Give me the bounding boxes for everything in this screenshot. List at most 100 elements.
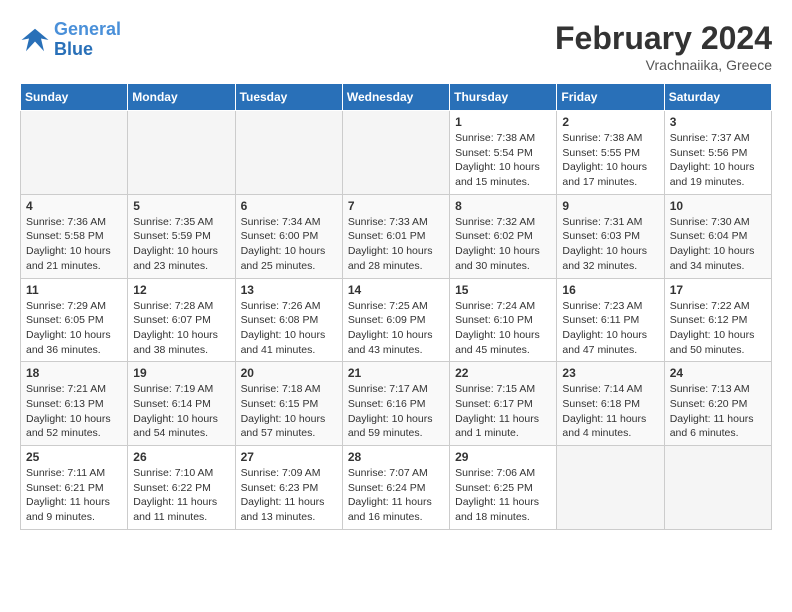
day-number: 21: [348, 366, 444, 380]
calendar-cell: 21 Sunrise: 7:17 AMSunset: 6:16 PMDayligh…: [342, 362, 449, 446]
calendar-cell: 9 Sunrise: 7:31 AMSunset: 6:03 PMDaylight…: [557, 194, 664, 278]
day-info: Sunrise: 7:07 AMSunset: 6:24 PMDaylight:…: [348, 466, 444, 525]
day-info: Sunrise: 7:19 AMSunset: 6:14 PMDaylight:…: [133, 382, 229, 441]
calendar-cell: 17Sunrise: 7:22 AMSunset: 6:12 PMDayligh…: [664, 278, 771, 362]
day-number: 16: [562, 283, 658, 297]
calendar-cell: 16 Sunrise: 7:23 AMSunset: 6:11 PMDayligh…: [557, 278, 664, 362]
day-info: Sunrise: 7:34 AMSunset: 6:00 PMDaylight:…: [241, 215, 337, 274]
day-number: 11: [26, 283, 122, 297]
day-number: 3: [670, 115, 766, 129]
day-number: 15: [455, 283, 551, 297]
day-number: 27: [241, 450, 337, 464]
calendar-cell: 10 Sunrise: 7:30 AMSunset: 6:04 PMDayligh…: [664, 194, 771, 278]
day-info: Sunrise: 7:21 AMSunset: 6:13 PMDaylight:…: [26, 382, 122, 441]
day-header-friday: Friday: [557, 84, 664, 111]
day-info: Sunrise: 7:31 AMSunset: 6:03 PMDaylight:…: [562, 215, 658, 274]
calendar-cell: [128, 111, 235, 195]
calendar-cell: 1 Sunrise: 7:38 AMSunset: 5:54 PMDaylight…: [450, 111, 557, 195]
day-info: Sunrise: 7:25 AMSunset: 6:09 PMDaylight:…: [348, 299, 444, 358]
day-header-saturday: Saturday: [664, 84, 771, 111]
week-row-5: 25Sunrise: 7:11 AMSunset: 6:21 PMDayligh…: [21, 446, 772, 530]
calendar-cell: 28 Sunrise: 7:07 AMSunset: 6:24 PMDayligh…: [342, 446, 449, 530]
day-info: Sunrise: 7:32 AMSunset: 6:02 PMDaylight:…: [455, 215, 551, 274]
day-info: Sunrise: 7:13 AMSunset: 6:20 PMDaylight:…: [670, 382, 766, 441]
calendar-cell: 29Sunrise: 7:06 AMSunset: 6:25 PMDayligh…: [450, 446, 557, 530]
logo-line1: General: [54, 19, 121, 39]
day-info: Sunrise: 7:36 AMSunset: 5:58 PMDaylight:…: [26, 215, 122, 274]
day-number: 6: [241, 199, 337, 213]
day-number: 18: [26, 366, 122, 380]
day-info: Sunrise: 7:10 AMSunset: 6:22 PMDaylight:…: [133, 466, 229, 525]
day-header-thursday: Thursday: [450, 84, 557, 111]
day-info: Sunrise: 7:35 AMSunset: 5:59 PMDaylight:…: [133, 215, 229, 274]
calendar-header-row: SundayMondayTuesdayWednesdayThursdayFrid…: [21, 84, 772, 111]
day-number: 5: [133, 199, 229, 213]
day-info: Sunrise: 7:38 AMSunset: 5:55 PMDaylight:…: [562, 131, 658, 190]
day-number: 8: [455, 199, 551, 213]
day-number: 9: [562, 199, 658, 213]
calendar-cell: 6 Sunrise: 7:34 AMSunset: 6:00 PMDaylight…: [235, 194, 342, 278]
calendar-body: 1 Sunrise: 7:38 AMSunset: 5:54 PMDaylight…: [21, 111, 772, 530]
week-row-1: 1 Sunrise: 7:38 AMSunset: 5:54 PMDaylight…: [21, 111, 772, 195]
calendar-cell: [557, 446, 664, 530]
day-number: 10: [670, 199, 766, 213]
calendar-cell: 27 Sunrise: 7:09 AMSunset: 6:23 PMDayligh…: [235, 446, 342, 530]
day-number: 4: [26, 199, 122, 213]
day-number: 19: [133, 366, 229, 380]
title-block: February 2024 Vrachnaiika, Greece: [555, 20, 772, 73]
day-header-wednesday: Wednesday: [342, 84, 449, 111]
calendar-cell: [342, 111, 449, 195]
day-number: 13: [241, 283, 337, 297]
day-info: Sunrise: 7:30 AMSunset: 6:04 PMDaylight:…: [670, 215, 766, 274]
week-row-3: 11 Sunrise: 7:29 AMSunset: 6:05 PMDayligh…: [21, 278, 772, 362]
day-info: Sunrise: 7:24 AMSunset: 6:10 PMDaylight:…: [455, 299, 551, 358]
calendar-cell: 5 Sunrise: 7:35 AMSunset: 5:59 PMDaylight…: [128, 194, 235, 278]
calendar-cell: 4 Sunrise: 7:36 AMSunset: 5:58 PMDaylight…: [21, 194, 128, 278]
calendar-title: February 2024: [555, 20, 772, 57]
day-header-monday: Monday: [128, 84, 235, 111]
day-info: Sunrise: 7:26 AMSunset: 6:08 PMDaylight:…: [241, 299, 337, 358]
day-info: Sunrise: 7:29 AMSunset: 6:05 PMDaylight:…: [26, 299, 122, 358]
calendar-cell: [235, 111, 342, 195]
day-number: 2: [562, 115, 658, 129]
calendar-cell: 11 Sunrise: 7:29 AMSunset: 6:05 PMDayligh…: [21, 278, 128, 362]
day-number: 24: [670, 366, 766, 380]
day-number: 23: [562, 366, 658, 380]
calendar-cell: 18 Sunrise: 7:21 AMSunset: 6:13 PMDayligh…: [21, 362, 128, 446]
calendar-table: SundayMondayTuesdayWednesdayThursdayFrid…: [20, 83, 772, 530]
day-number: 1: [455, 115, 551, 129]
day-number: 17: [670, 283, 766, 297]
calendar-cell: 7Sunrise: 7:33 AMSunset: 6:01 PMDaylight…: [342, 194, 449, 278]
day-info: Sunrise: 7:17 AMSunset: 6:16 PMDaylight:…: [348, 382, 444, 441]
day-info: Sunrise: 7:37 AMSunset: 5:56 PMDaylight:…: [670, 131, 766, 190]
page-header: General Blue February 2024 Vrachnaiika, …: [20, 20, 772, 73]
calendar-cell: 8 Sunrise: 7:32 AMSunset: 6:02 PMDaylight…: [450, 194, 557, 278]
day-number: 29: [455, 450, 551, 464]
calendar-cell: 26 Sunrise: 7:10 AMSunset: 6:22 PMDayligh…: [128, 446, 235, 530]
day-info: Sunrise: 7:23 AMSunset: 6:11 PMDaylight:…: [562, 299, 658, 358]
logo-text: General Blue: [54, 20, 121, 60]
day-number: 28: [348, 450, 444, 464]
day-info: Sunrise: 7:09 AMSunset: 6:23 PMDaylight:…: [241, 466, 337, 525]
day-number: 7: [348, 199, 444, 213]
calendar-cell: 23 Sunrise: 7:14 AMSunset: 6:18 PMDayligh…: [557, 362, 664, 446]
calendar-cell: 14 Sunrise: 7:25 AMSunset: 6:09 PMDayligh…: [342, 278, 449, 362]
day-number: 12: [133, 283, 229, 297]
calendar-cell: [21, 111, 128, 195]
day-number: 22: [455, 366, 551, 380]
calendar-cell: 12Sunrise: 7:28 AMSunset: 6:07 PMDayligh…: [128, 278, 235, 362]
day-info: Sunrise: 7:14 AMSunset: 6:18 PMDaylight:…: [562, 382, 658, 441]
logo-line2: Blue: [54, 39, 93, 59]
week-row-4: 18 Sunrise: 7:21 AMSunset: 6:13 PMDayligh…: [21, 362, 772, 446]
day-info: Sunrise: 7:18 AMSunset: 6:15 PMDaylight:…: [241, 382, 337, 441]
day-number: 26: [133, 450, 229, 464]
calendar-cell: 19 Sunrise: 7:19 AMSunset: 6:14 PMDayligh…: [128, 362, 235, 446]
week-row-2: 4 Sunrise: 7:36 AMSunset: 5:58 PMDaylight…: [21, 194, 772, 278]
day-info: Sunrise: 7:15 AMSunset: 6:17 PMDaylight:…: [455, 382, 551, 441]
day-number: 14: [348, 283, 444, 297]
day-number: 25: [26, 450, 122, 464]
logo-icon: [20, 25, 50, 55]
calendar-cell: 20Sunrise: 7:18 AMSunset: 6:15 PMDayligh…: [235, 362, 342, 446]
day-info: Sunrise: 7:38 AMSunset: 5:54 PMDaylight:…: [455, 131, 551, 190]
calendar-cell: 24 Sunrise: 7:13 AMSunset: 6:20 PMDayligh…: [664, 362, 771, 446]
